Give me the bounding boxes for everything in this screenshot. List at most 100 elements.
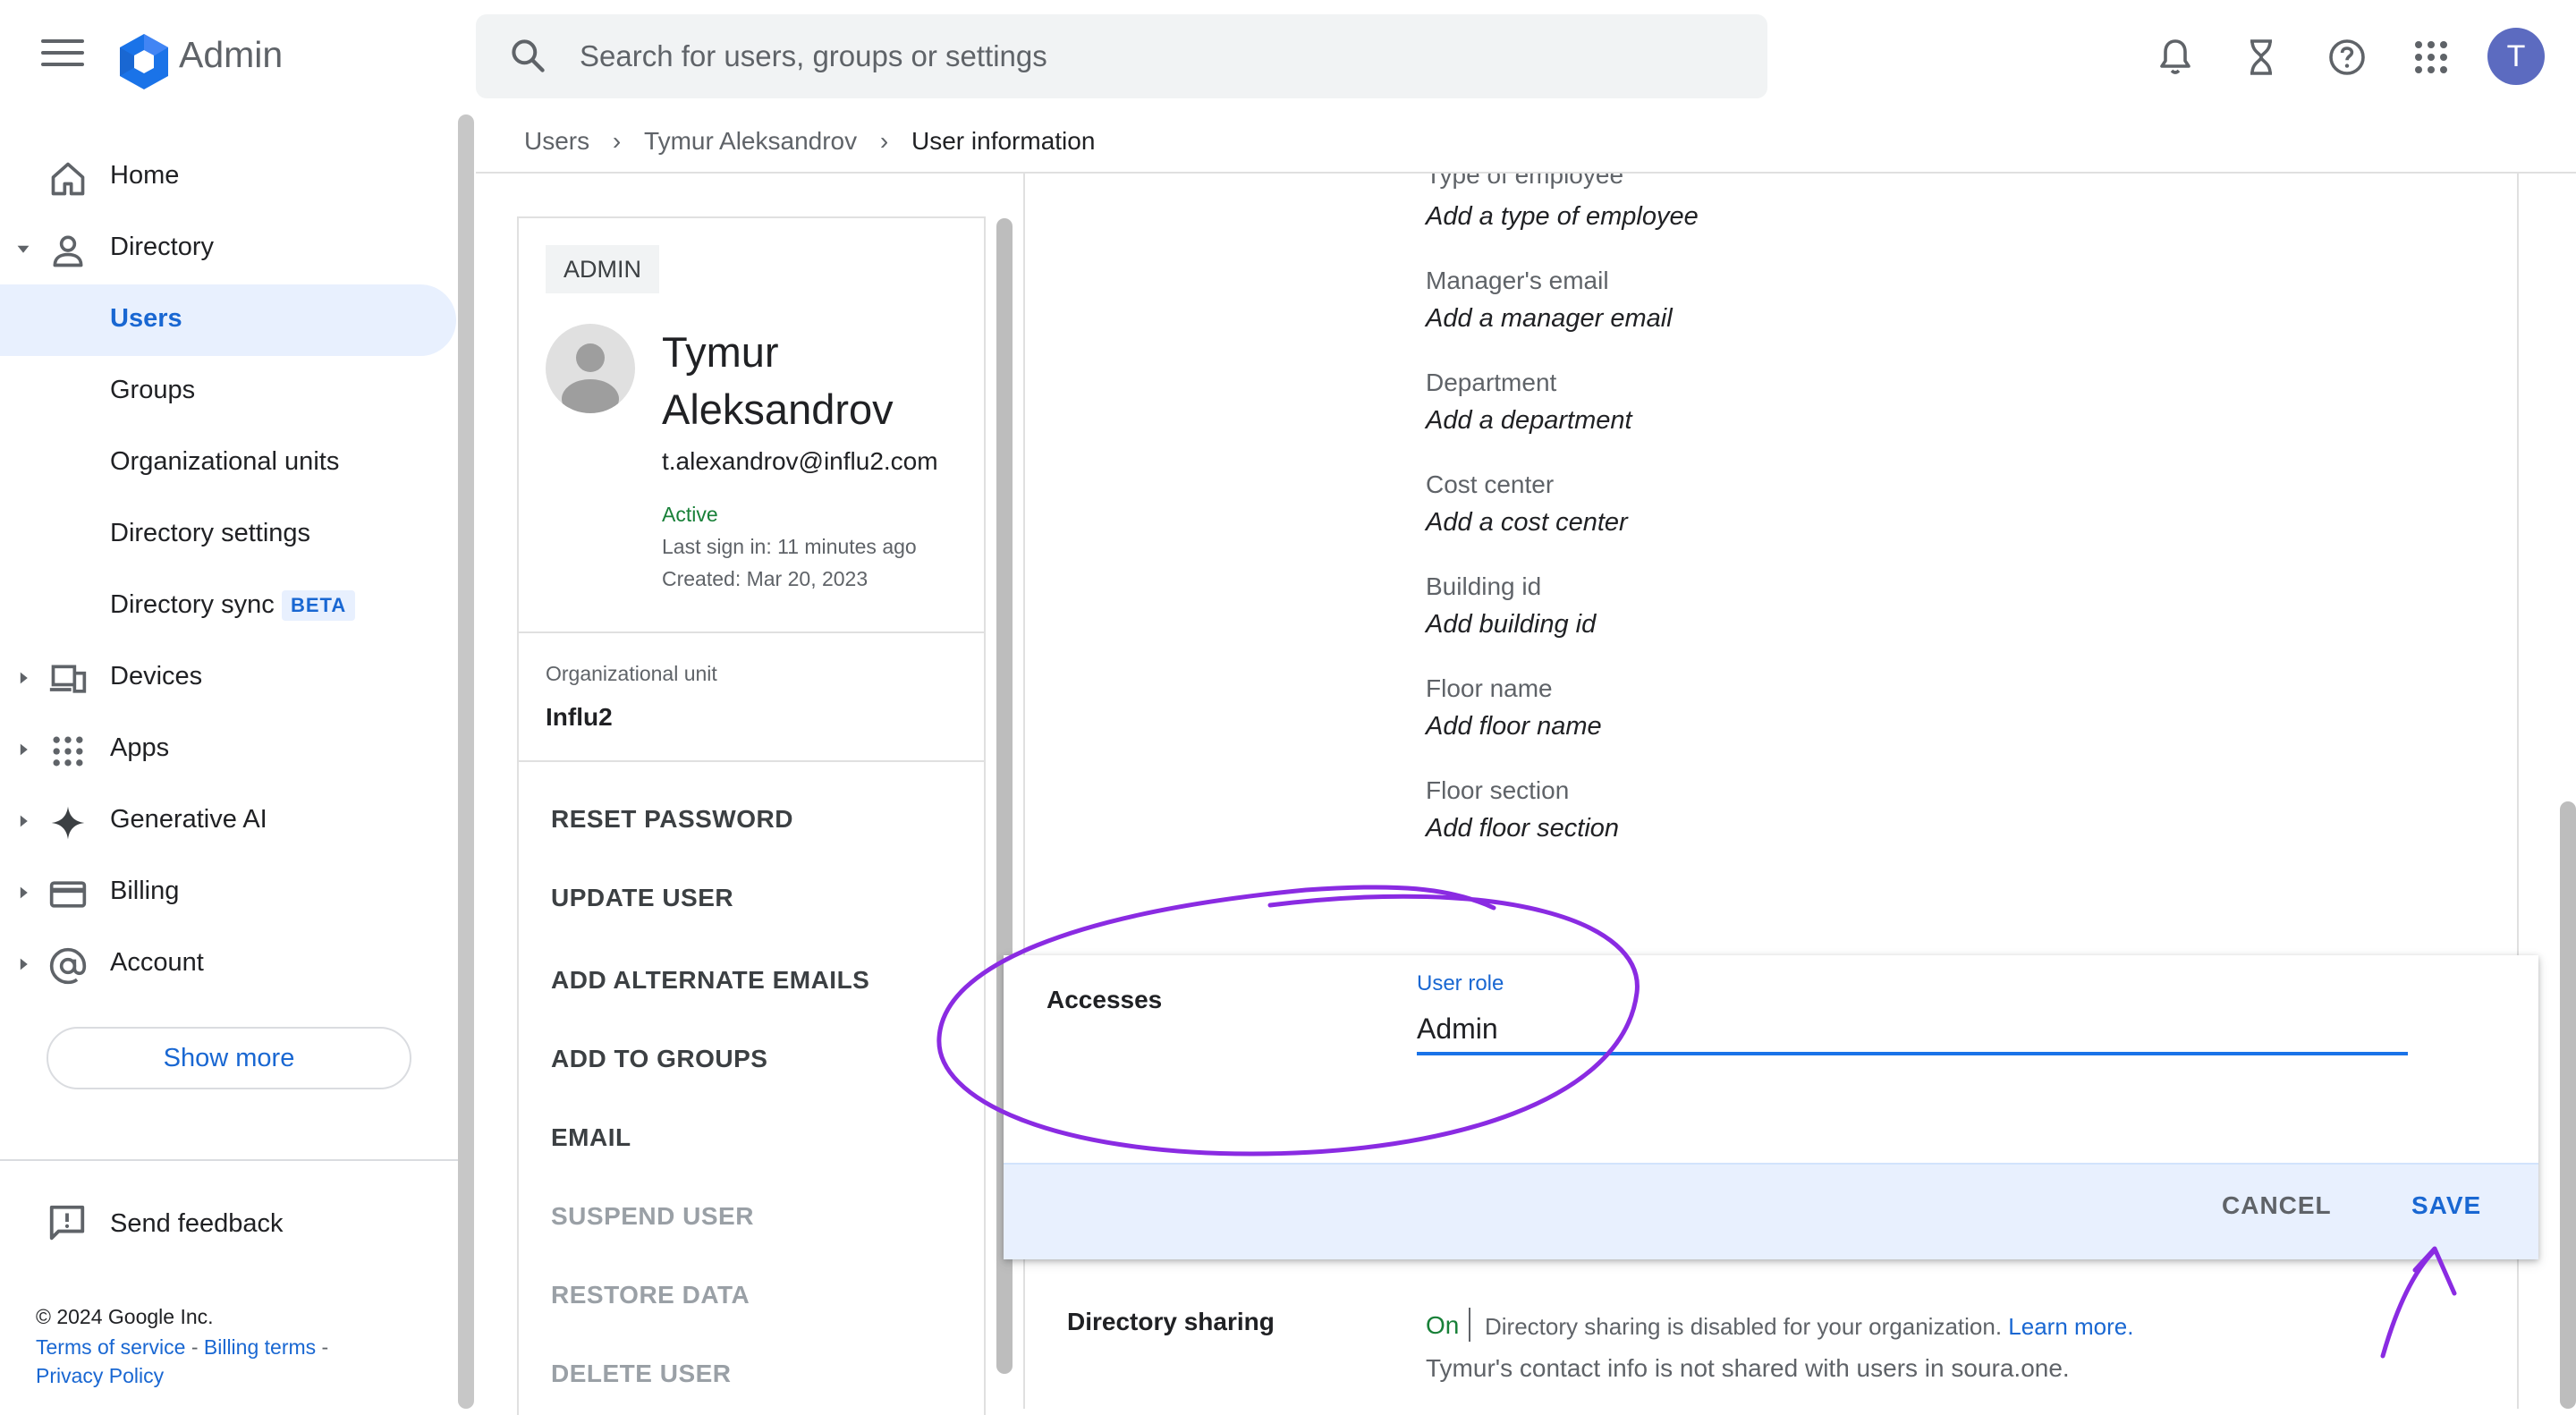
user-role-label: User role [1417,971,1504,996]
account-avatar[interactable]: T [2487,28,2545,85]
notifications-icon[interactable] [2154,36,2197,79]
manager-email-value[interactable]: Add a manager email [1426,304,1673,334]
cost-center-value[interactable]: Add a cost center [1426,508,1628,538]
sidebar-item-billing[interactable]: Billing [0,857,456,928]
add-alternate-emails-button[interactable]: ADD ALTERNATE EMAILS [551,966,869,995]
link-separator: - [316,1335,329,1359]
building-id-value[interactable]: Add building id [1426,610,1596,640]
directory-sharing-status: On [1426,1311,1460,1339]
email-button[interactable]: EMAIL [551,1123,631,1152]
sidebar-item-organizational-units[interactable]: Organizational units [0,428,456,499]
caret-down-icon [17,245,30,253]
app-title: Admin [179,34,284,75]
sidebar-item-generative-ai[interactable]: Generative AI [0,785,456,857]
user-name: Tymur Aleksandrov [662,328,894,433]
search-icon[interactable] [508,36,547,75]
default-avatar-icon [562,343,619,413]
hourglass-icon[interactable] [2240,36,2283,79]
sidebar-item-label: Groups [110,376,196,404]
send-feedback-label: Send feedback [110,1209,284,1238]
copyright-text: © 2024 Google Inc. [36,1305,214,1328]
caret-right-icon [20,886,28,899]
org-unit-value: Influ2 [546,703,613,731]
sidebar-item-directory-sync[interactable]: Directory sync BETA [0,571,456,642]
caret-right-icon [20,672,28,684]
sidebar-item-home[interactable]: Home [0,141,456,213]
billing-terms-link[interactable]: Billing terms [204,1335,316,1359]
sidebar-scrollbar[interactable] [458,114,474,1409]
field-label: Building id [1426,572,1542,600]
field-label: Floor name [1426,674,1553,702]
floor-section-value[interactable]: Add floor section [1426,814,1619,843]
user-status: Active [662,503,718,526]
send-feedback-button[interactable]: Send feedback [47,1199,440,1252]
footer-links: Terms of service - Billing terms - Priva… [36,1333,411,1390]
last-sign-in: Last sign in: 11 minutes ago [662,535,917,558]
terms-of-service-link[interactable]: Terms of service [36,1335,185,1359]
directory-sharing-note: Tymur's contact info is not shared with … [1426,1354,2070,1382]
suspend-user-button: SUSPEND USER [551,1202,754,1230]
divider [0,1159,460,1161]
divider [519,631,984,633]
update-user-button[interactable]: UPDATE USER [551,884,733,912]
sidebar-item-apps[interactable]: Apps [0,714,456,785]
sidebar-item-label: Directory [110,233,215,261]
apps-icon [53,736,83,767]
sidebar-item-account[interactable]: Account [0,928,456,1000]
department-value[interactable]: Add a department [1426,406,1632,436]
sidebar-item-label: Apps [110,733,170,762]
sidebar-item-label: Billing [110,877,180,905]
sidebar-item-directory-settings[interactable]: Directory settings [0,499,456,571]
sidebar-item-label: Users [110,304,182,333]
main-menu-icon[interactable] [41,39,84,72]
role-badge: ADMIN [546,245,659,293]
caret-right-icon [20,958,28,970]
divider [519,760,984,762]
sidebar-item-directory[interactable]: Directory [0,213,456,284]
field-label: Cost center [1426,470,1555,498]
floor-name-value[interactable]: Add floor name [1426,712,1602,741]
type-of-employee-value[interactable]: Add a type of employee [1426,202,1699,232]
user-role-input[interactable] [1417,1005,2408,1055]
caret-right-icon [20,815,28,827]
org-unit-label: Organizational unit [546,662,717,685]
sidebar-item-label: Directory settings [110,519,311,547]
delete-user-button: DELETE USER [551,1360,732,1387]
reset-password-button[interactable]: RESET PASSWORD [551,805,793,834]
field-label: Manager's email [1426,267,1609,294]
save-button[interactable]: SAVE [2411,1191,2481,1220]
sidebar-item-label: Devices [110,662,203,691]
main-scrollbar[interactable] [2560,801,2576,1409]
chevron-right-icon: › [612,126,622,155]
sidebar-item-users[interactable]: Users [0,284,456,356]
directory-sharing-text: Directory sharing is disabled for your o… [1485,1313,2133,1341]
apps-grid-icon[interactable] [2410,36,2453,79]
search-input[interactable] [580,30,1742,82]
person-icon [53,235,83,267]
field-label: Department [1426,369,1557,396]
sidebar-item-devices[interactable]: Devices [0,642,456,714]
directory-sharing-description: Directory sharing is disabled for your o… [1485,1313,2003,1340]
cancel-button[interactable]: CANCEL [2222,1191,2332,1220]
add-to-groups-button[interactable]: ADD TO GROUPS [551,1045,767,1073]
devices-icon [49,665,87,693]
breadcrumb-user-name[interactable]: Tymur Aleksandrov [644,127,857,156]
top-bar: Admin T [0,0,2576,111]
breadcrumb: Users › Tymur Aleksandrov › User informa… [524,125,1095,161]
sidebar-item-label: Organizational units [110,447,340,476]
sparkle-icon [51,806,85,840]
sidebar-item-label: Generative AI [110,805,267,834]
learn-more-link[interactable]: Learn more. [2008,1313,2133,1340]
accesses-title: Accesses [1046,986,1163,1013]
field-label: Floor section [1426,776,1570,804]
breadcrumb-users[interactable]: Users [524,127,589,156]
show-more-button[interactable]: Show more [47,1027,411,1089]
privacy-policy-link[interactable]: Privacy Policy [36,1364,164,1387]
credit-card-icon [49,881,87,908]
home-icon [51,162,85,196]
clipped-field: Type of employee [1025,174,2517,195]
sidebar-item-groups[interactable]: Groups [0,356,456,428]
sidebar-item-label: Account [110,948,204,977]
created-date: Created: Mar 20, 2023 [662,567,869,590]
help-icon[interactable] [2326,36,2368,79]
